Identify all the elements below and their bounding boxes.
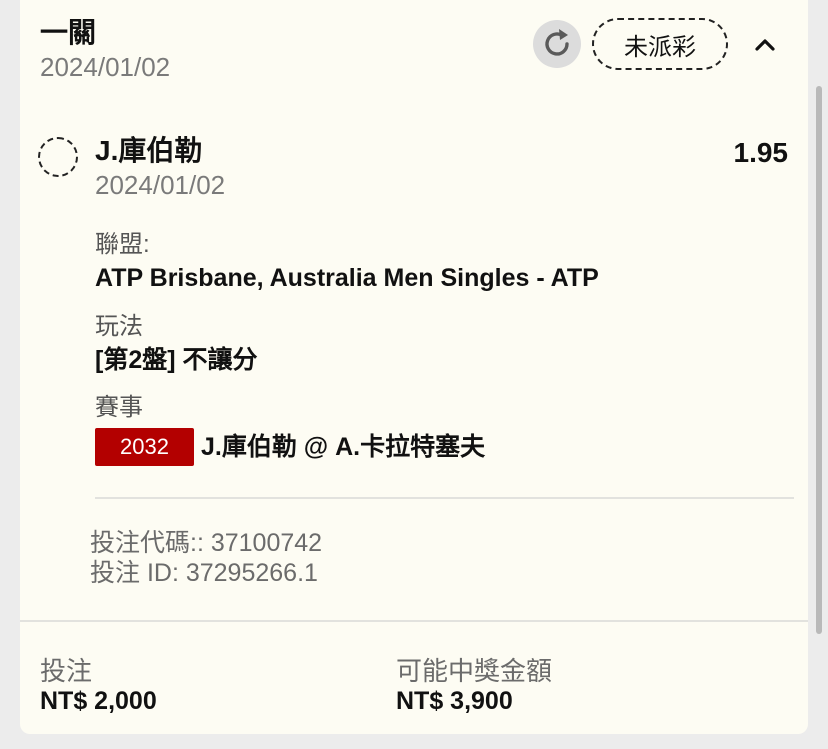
- collapse-button[interactable]: [748, 28, 782, 62]
- payout-label: 可能中獎金額: [396, 656, 553, 686]
- refresh-button[interactable]: [533, 20, 581, 68]
- stake-label: 投注: [40, 656, 93, 686]
- stake-value: NT$ 2,000: [40, 687, 157, 715]
- scrollbar[interactable]: [816, 86, 822, 634]
- payout-value: NT$ 3,900: [396, 687, 513, 715]
- market-label: 玩法: [95, 313, 143, 340]
- bet-card: 一關 2024/01/02 未派彩 J.庫伯勒 1.95 2024/01/02 …: [20, 0, 808, 734]
- event-name: J.庫伯勒 @ A.卡拉特塞夫: [201, 433, 486, 461]
- league-value: ATP Brisbane, Australia Men Singles - AT…: [95, 264, 599, 292]
- bet-type-title: 一關: [40, 17, 97, 48]
- status-badge: 未派彩: [592, 18, 728, 70]
- selection-date: 2024/01/02: [95, 170, 226, 200]
- refresh-icon: [545, 29, 569, 56]
- selection-odds: 1.95: [733, 137, 789, 168]
- selection-name: J.庫伯勒: [95, 135, 203, 166]
- league-label: 聯盟:: [95, 231, 150, 258]
- event-id-badge: 2032: [95, 428, 194, 466]
- chevron-up-icon: [755, 39, 775, 51]
- event-label: 賽事: [95, 394, 143, 421]
- bet-id: 投注 ID: 37295266.1: [90, 559, 318, 587]
- market-value: [第2盤] 不讓分: [95, 346, 258, 374]
- bet-date: 2024/01/02: [40, 52, 171, 82]
- divider: [20, 620, 808, 622]
- divider: [95, 497, 794, 499]
- selection-status-icon: [38, 137, 78, 177]
- bet-code: 投注代碼:: 37100742: [90, 529, 323, 557]
